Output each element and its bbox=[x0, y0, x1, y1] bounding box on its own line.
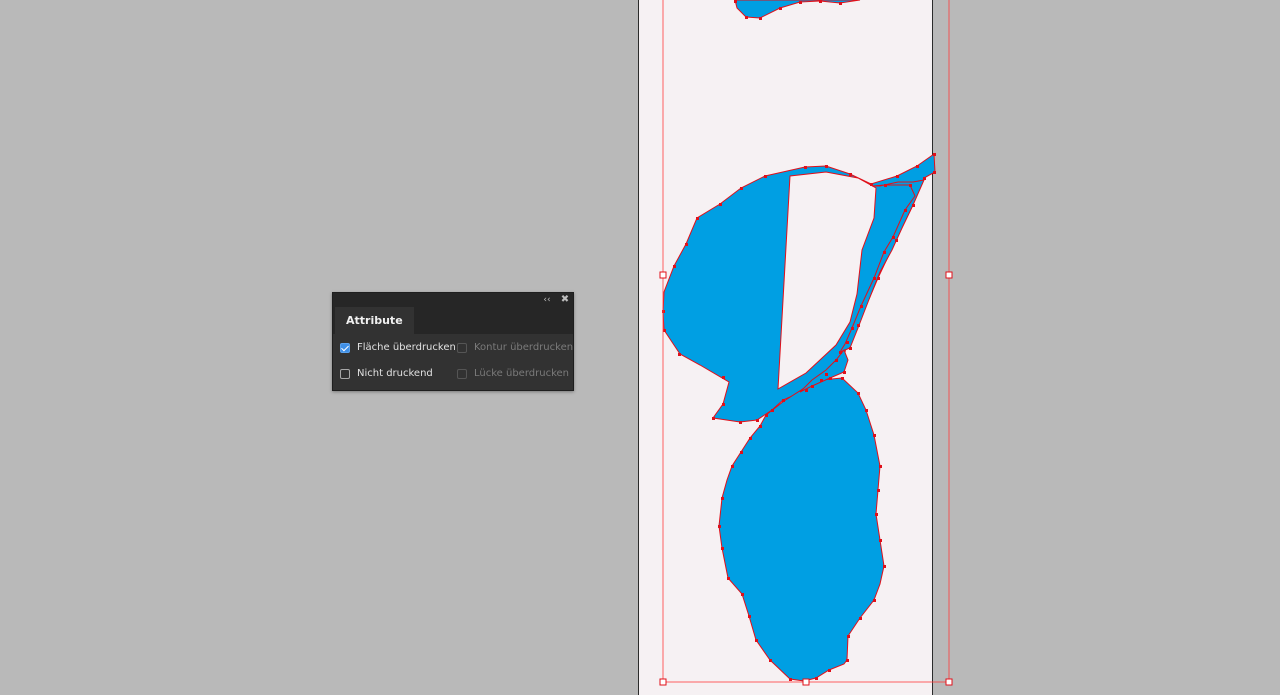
checkbox-luecke-ueberdrucken bbox=[457, 369, 467, 379]
option-row-2: Nicht druckend Lücke überdrucken bbox=[333, 365, 573, 385]
resize-handle-bottom-center[interactable] bbox=[802, 678, 810, 686]
tab-attribute[interactable]: Attribute bbox=[335, 307, 414, 334]
label-luecke-ueberdrucken: Lücke überdrucken bbox=[474, 368, 569, 379]
option-row-1: Fläche überdrucken Kontur überdrucken bbox=[333, 339, 573, 359]
resize-handle-middle-left[interactable] bbox=[659, 271, 667, 279]
label-flaeche-ueberdrucken: Fläche überdrucken bbox=[357, 342, 456, 353]
close-icon[interactable]: ✖ bbox=[558, 293, 572, 307]
checkbox-nicht-druckend[interactable] bbox=[340, 369, 350, 379]
attribute-panel: ‹‹ ✖ Attribute Fläche überdrucken Kontur… bbox=[332, 292, 574, 391]
resize-handle-bottom-left[interactable] bbox=[659, 678, 667, 686]
panel-title-bar[interactable]: ‹‹ ✖ bbox=[333, 293, 573, 307]
checkbox-flaeche-ueberdrucken[interactable] bbox=[340, 343, 350, 353]
resize-handle-bottom-right[interactable] bbox=[945, 678, 953, 686]
label-nicht-druckend: Nicht druckend bbox=[357, 368, 433, 379]
panel-tab-bar: Attribute bbox=[333, 307, 573, 334]
checkbox-kontur-ueberdrucken bbox=[457, 343, 467, 353]
double-chevron-left-icon[interactable]: ‹‹ bbox=[540, 293, 554, 307]
label-kontur-ueberdrucken: Kontur überdrucken bbox=[474, 342, 574, 353]
resize-handle-middle-right[interactable] bbox=[945, 271, 953, 279]
